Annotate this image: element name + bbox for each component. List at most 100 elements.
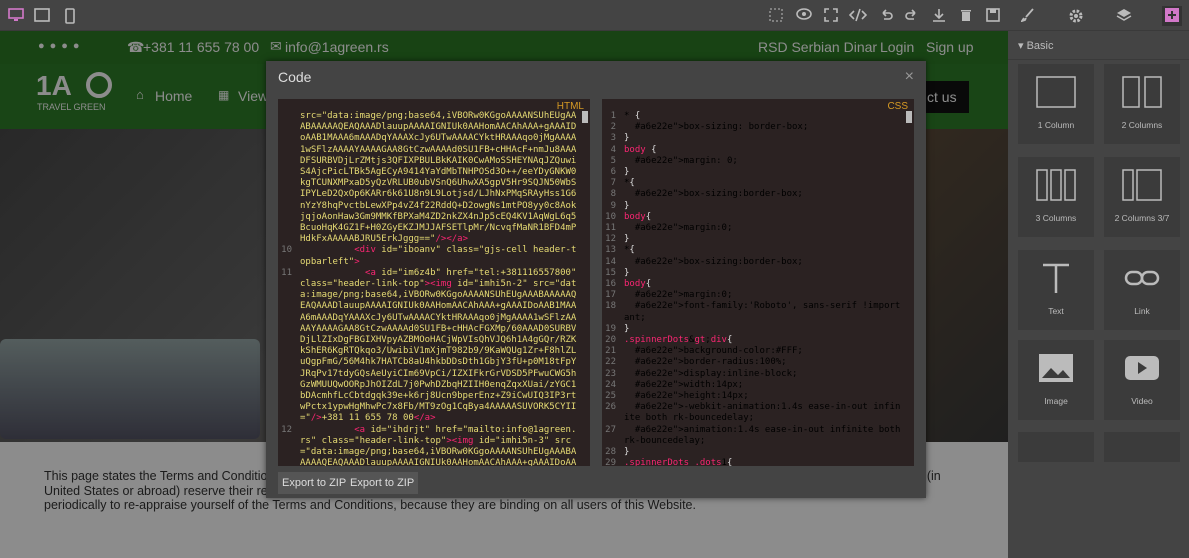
block-link[interactable]: Link: [1104, 250, 1180, 330]
code-line: 13 *{: [602, 245, 904, 256]
line-number: 11: [605, 223, 616, 234]
code-line: 6}: [602, 167, 904, 178]
export-zip-button[interactable]: Export to ZIP: [278, 472, 351, 494]
block-more[interactable]: [1018, 432, 1094, 462]
block-3-columns[interactable]: 3 Columns: [1018, 157, 1094, 237]
line-text: }: [624, 167, 630, 178]
line-text: }: [624, 234, 630, 245]
block-2-columns[interactable]: 2 Columns: [1104, 64, 1180, 144]
export-zip-button-2[interactable]: Export to ZIP: [346, 472, 419, 494]
undo-icon[interactable]: [876, 6, 896, 26]
line-text: }: [624, 447, 630, 458]
line-number: 29: [605, 458, 616, 466]
redo-icon[interactable]: [902, 6, 922, 26]
block-image[interactable]: Image: [1018, 340, 1094, 420]
code-icon[interactable]: [848, 6, 868, 26]
block-video[interactable]: Video: [1104, 340, 1180, 420]
code-modal: Code × HTML src="data:image/png;base64,i…: [266, 61, 926, 498]
line-number: 28: [605, 447, 616, 458]
line-text: }: [624, 133, 630, 144]
line-number: 8: [610, 189, 616, 200]
code-line: 8 #a6e22e">box-sizing:border-box;: [602, 189, 904, 200]
block-more[interactable]: [1104, 432, 1180, 462]
line-text: #a6e22e">font-family:'Roboto', sans-seri…: [624, 301, 901, 323]
line-text: *{: [624, 178, 635, 189]
line-number: 18: [605, 301, 616, 312]
code-line: 10 body{: [602, 212, 904, 223]
line-text: #a6e22e">box-sizing: border-box;: [634, 122, 809, 133]
line-number: 7: [610, 178, 616, 189]
code-line: 1 * {: [602, 111, 904, 122]
line-text: }: [624, 323, 630, 334]
block-1-column[interactable]: 1 Column: [1018, 64, 1094, 144]
line-number: 12: [605, 234, 616, 245]
block-label: Link: [1134, 306, 1150, 316]
line-number: 10: [281, 245, 292, 256]
line-text: <a id="ihdrjt" href="mailto:info@1agreen…: [300, 424, 577, 466]
block-2-columns-37[interactable]: 2 Columns 3/7: [1104, 157, 1180, 237]
code-line: 23 #a6e22e">display:inline-block;: [602, 369, 904, 380]
gear-icon[interactable]: [1066, 6, 1086, 26]
line-number: 26: [605, 402, 616, 413]
line-text: body{: [624, 279, 652, 290]
mobile-icon[interactable]: [60, 6, 80, 26]
block-label: 1 Column: [1037, 120, 1075, 130]
plus-square-icon[interactable]: [1162, 6, 1182, 26]
line-text: #a6e22e">margin: 0;: [634, 155, 738, 166]
brush-icon[interactable]: [1018, 6, 1038, 26]
block-text[interactable]: Text: [1018, 250, 1094, 330]
line-number: 25: [605, 391, 616, 402]
block-label: 2 Columns: [1121, 120, 1163, 130]
line-text: }: [624, 200, 630, 211]
layers-icon[interactable]: [1114, 6, 1134, 26]
line-text: <a id="im6z4b" href="tel:+381116557800" …: [300, 267, 577, 424]
line-number: 19: [605, 323, 616, 334]
line-text: src="data:image/png;base64,iVBORw0KGgoAA…: [300, 111, 577, 245]
code-line: 2 #a6e22e">box-sizing: border-box;: [602, 122, 904, 133]
blocks-category[interactable]: ▾ Basic: [1018, 39, 1189, 53]
close-icon[interactable]: ×: [905, 61, 914, 93]
line-number: 17: [605, 290, 616, 301]
code-line: 5 #a6e22e">margin: 0;: [602, 156, 904, 167]
line-number: 15: [605, 267, 616, 278]
block-label: 3 Columns: [1035, 213, 1077, 223]
css-code[interactable]: 1 * {2 #a6e22e">box-sizing: border-box; 3}…: [602, 111, 904, 466]
desktop-icon[interactable]: [6, 6, 26, 26]
line-text: #a6e22e">border-radius:100%;: [634, 357, 787, 368]
code-line: 12 <a id="ihdrjt" href="mailto:info@1agr…: [278, 425, 580, 466]
eye-icon[interactable]: [794, 6, 814, 26]
save-icon[interactable]: [983, 6, 1003, 26]
css-scrollbar[interactable]: [906, 111, 912, 123]
line-number: 5: [610, 155, 616, 166]
line-number: 1: [610, 111, 616, 121]
code-line: 26 #a6e22e">-webkit-animation:1.4s ease-…: [602, 402, 904, 424]
code-line: 14 #a6e22e">box-sizing:border-box;: [602, 257, 904, 268]
code-line: 27 #a6e22e">animation:1.4s ease-in-out i…: [602, 425, 904, 447]
line-number: 3: [610, 133, 616, 144]
line-number: 16: [605, 279, 616, 290]
line-number: 22: [605, 357, 616, 368]
line-number: 10: [605, 211, 616, 222]
html-code[interactable]: src="data:image/png;base64,iVBORw0KGgoAA…: [278, 111, 580, 466]
code-line: 12}: [602, 234, 904, 245]
trash-icon[interactable]: [956, 6, 976, 26]
code-line: 16 body{: [602, 279, 904, 290]
caret-down-icon: ▾: [1018, 40, 1027, 52]
line-text: #a6e22e">margin:0;: [634, 290, 733, 301]
block-label: 2 Columns 3/7: [1114, 213, 1170, 223]
tablet-icon[interactable]: [32, 6, 52, 26]
fullscreen-icon[interactable]: [821, 6, 841, 26]
line-number: [278, 111, 300, 245]
css-code-pane[interactable]: CSS 1 * {2 #a6e22e">box-sizing: border-bo…: [602, 99, 914, 466]
download-icon[interactable]: [929, 6, 949, 26]
modal-title: Code: [278, 69, 312, 85]
line-text: <div id="iboanv" class="gjs-cell header-…: [300, 245, 577, 267]
line-number: 12: [281, 424, 292, 435]
line-text: #a6e22e">width:14px;: [634, 379, 744, 390]
line-text: .spinnerDots .dots1{: [624, 458, 733, 466]
select-icon[interactable]: [766, 6, 786, 26]
line-text: #a6e22e">box-sizing:border-box;: [634, 256, 803, 267]
html-scrollbar[interactable]: [582, 111, 588, 123]
html-code-pane[interactable]: HTML src="data:image/png;base64,iVBORw0K…: [278, 99, 590, 466]
code-line: 19}: [602, 324, 904, 335]
